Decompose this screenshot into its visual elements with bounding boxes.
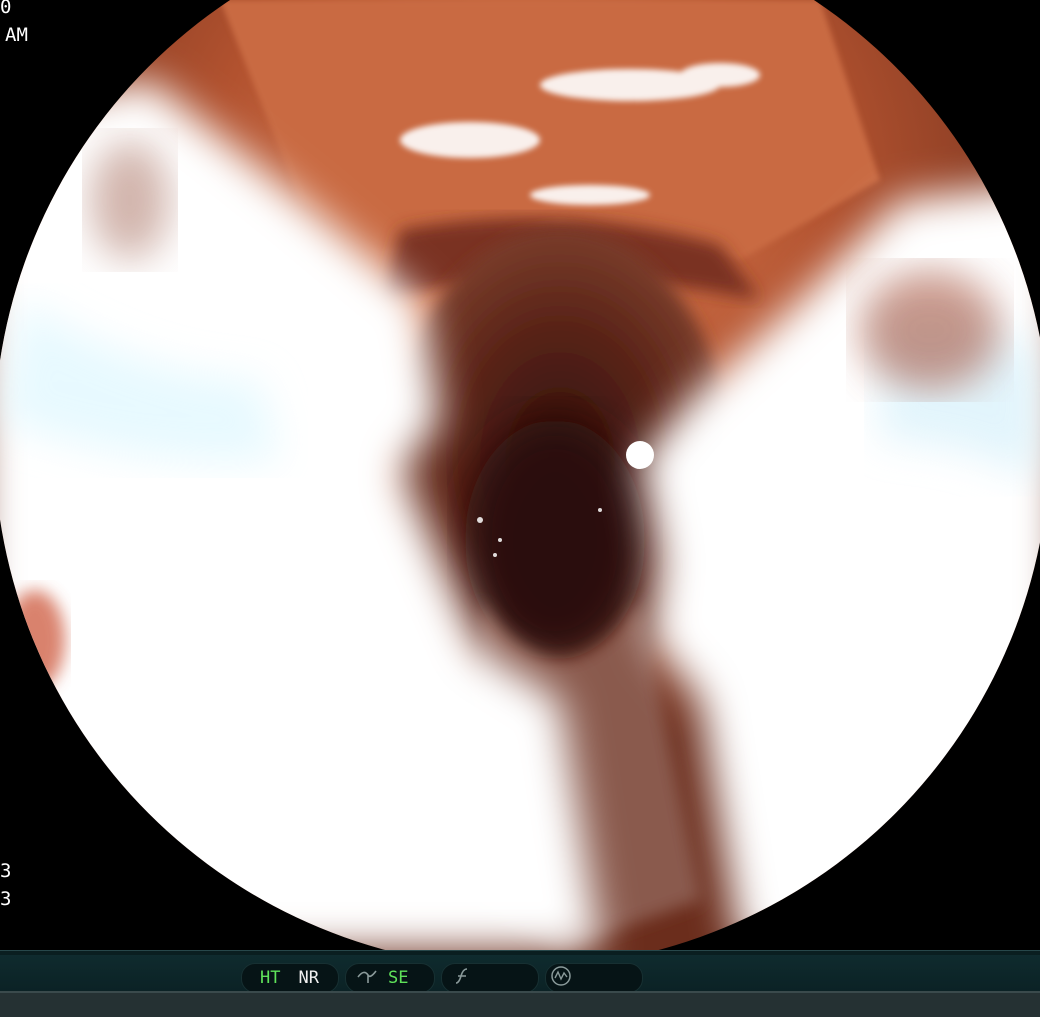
se-indicator: SE <box>345 963 435 993</box>
overlay-text-bottom-1: 3 <box>0 860 12 882</box>
function-f-icon <box>452 967 472 990</box>
ht-label: HT <box>260 968 281 988</box>
function-indicator <box>441 963 539 993</box>
status-bar: HT NR SE <box>0 950 1040 1017</box>
nr-label: NR <box>298 968 319 988</box>
waveform-indicator <box>545 963 643 993</box>
ht-nr-indicator: HT NR <box>241 963 339 993</box>
overlay-text-bottom-2: 3 <box>0 888 12 910</box>
status-bar-strip: HT NR SE <box>0 955 1040 993</box>
overlay-text-time: AM <box>5 24 28 46</box>
status-bar-base <box>0 991 1040 1017</box>
enhance-curve-icon <box>356 967 378 990</box>
endoscopic-image <box>0 0 1040 950</box>
overlay-text-top-1: 0 <box>0 0 12 18</box>
waveform-circle-icon <box>550 965 572 992</box>
endoscope-viewport: 0 AM 3 3 <box>0 0 1040 950</box>
se-label: SE <box>388 968 409 988</box>
